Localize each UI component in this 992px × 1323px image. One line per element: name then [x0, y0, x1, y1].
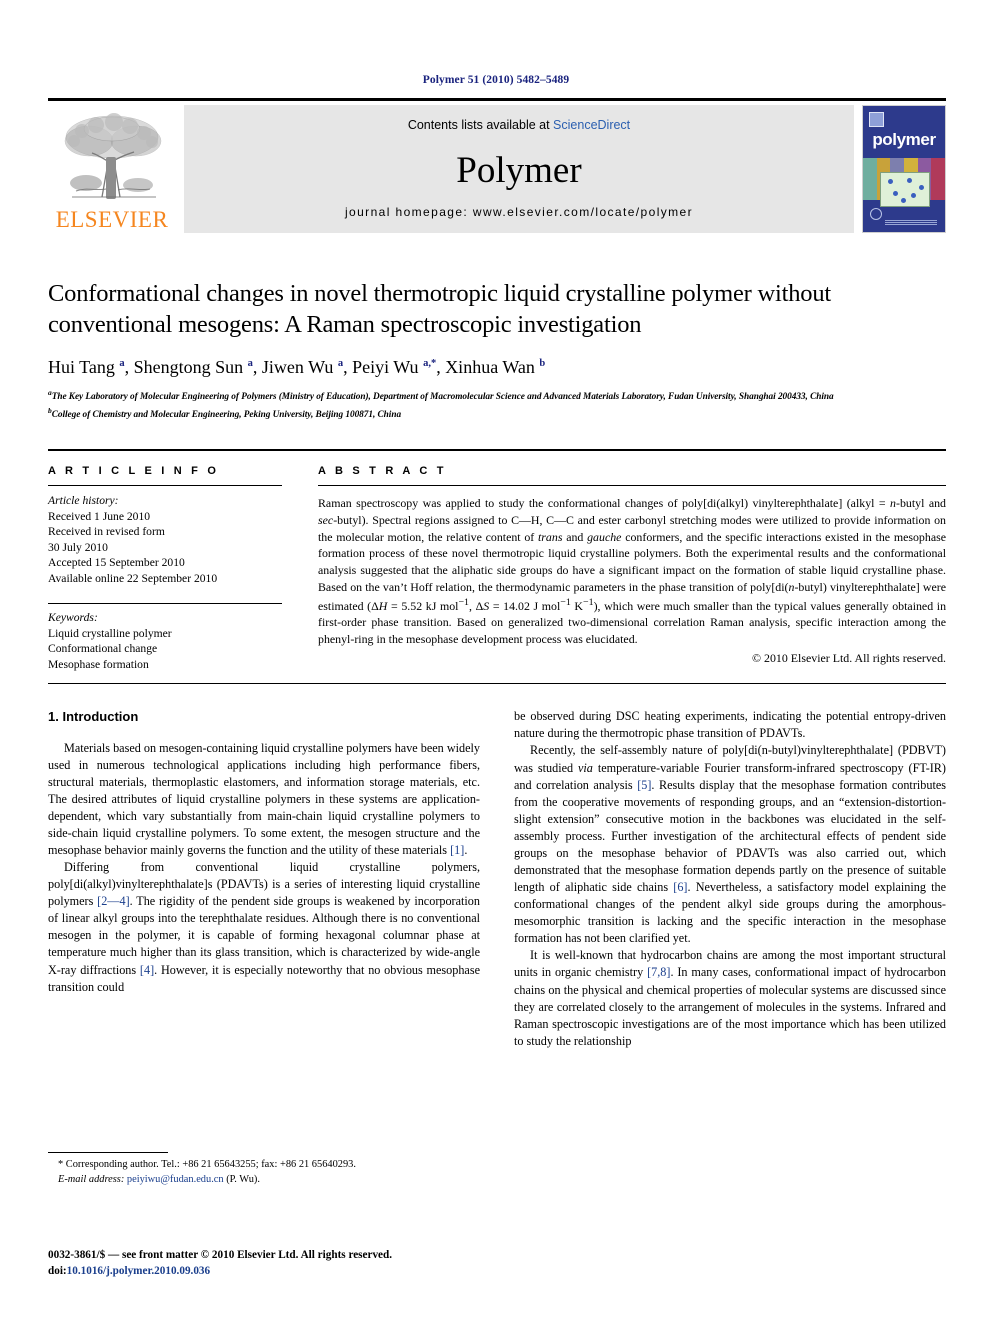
journal-title: Polymer	[456, 150, 582, 191]
abstract-text: Raman spectroscopy was applied to study …	[318, 496, 947, 647]
abstract-bottom-rule	[48, 683, 946, 685]
history-item: Received in revised form	[48, 525, 165, 539]
abstract-copyright: © 2010 Elsevier Ltd. All rights reserved…	[752, 651, 946, 665]
history-item: Available online 22 September 2010	[48, 571, 218, 585]
journal-cover-thumbnail: polymer	[862, 105, 946, 233]
article-info-rule	[48, 485, 282, 486]
history-item: 30 July 2010	[48, 540, 108, 554]
doi-link[interactable]: 10.1016/j.polymer.2010.09.036	[67, 1265, 210, 1277]
info-abstract-region: A R T I C L E I N F O Article history: R…	[48, 465, 946, 672]
keyword-item: Liquid crystalline polymer	[48, 626, 172, 640]
paragraph: It is well-known that hydrocarbon chains…	[514, 948, 946, 1048]
affiliation-b: bCollege of Chemistry and Molecular Engi…	[48, 406, 402, 421]
journal-band: Contents lists available at ScienceDirec…	[184, 105, 854, 233]
keywords-label: Keywords:	[48, 611, 98, 625]
cover-schematic	[880, 172, 930, 207]
footnote-rule	[48, 1152, 168, 1153]
journal-homepage-link[interactable]: journal homepage: www.elsevier.com/locat…	[345, 205, 693, 219]
footnote-block: * Corresponding author. Tel.: +86 21 656…	[48, 1152, 478, 1187]
keyword-item: Conformational change	[48, 642, 158, 656]
cover-artwork: polymer	[863, 106, 945, 232]
abstract-rule	[318, 485, 946, 486]
paragraph: Materials based on mesogen-containing li…	[48, 740, 480, 857]
doi-line: doi:10.1016/j.polymer.2010.09.036	[48, 1264, 508, 1280]
issn-copyright-line: 0032-3861/$ — see front matter © 2010 El…	[48, 1249, 393, 1261]
history-item: Accepted 15 September 2010	[48, 556, 185, 570]
affiliation-a: aThe Key Laboratory of Molecular Enginee…	[48, 388, 834, 403]
history-item: Received 1 June 2010	[48, 509, 151, 523]
email-link[interactable]: peiyiwu@fudan.edu.cn	[127, 1174, 224, 1185]
journal-masthead: ELSEVIER Contents lists available at Sci…	[48, 105, 946, 233]
cover-title-text: polymer	[872, 130, 936, 149]
article-history-label: Article history:	[48, 494, 119, 507]
paragraph: Differing from conventional liquid cryst…	[48, 860, 480, 994]
article-history: Article history: Received 1 June 2010 Re…	[48, 493, 282, 586]
corresponding-author-note: * Corresponding author. Tel.: +86 21 656…	[58, 1159, 356, 1170]
abstract-column: A B S T R A C T Raman spectroscopy was a…	[300, 465, 946, 672]
paragraph: Recently, the self-assembly nature of po…	[514, 743, 947, 946]
keyword-item: Mesophase formation	[48, 657, 149, 671]
affiliations: aThe Key Laboratory of Molecular Enginee…	[48, 387, 946, 423]
imprint-block: 0032-3861/$ — see front matter © 2010 El…	[48, 1248, 508, 1280]
elsevier-wordmark: ELSEVIER	[55, 207, 169, 232]
abstract-heading: A B S T R A C T	[318, 465, 447, 477]
author-list: Hui Tang a, Shengtong Sun a, Jiwen Wu a,…	[48, 356, 546, 377]
body-column-left: 1. Introduction Materials based on mesog…	[48, 708, 497, 1050]
sciencedirect-link[interactable]: ScienceDirect	[553, 118, 630, 132]
affiliation-a-text: The Key Laboratory of Molecular Engineer…	[51, 392, 834, 403]
contents-prefix: Contents lists available at	[407, 118, 554, 132]
paragraph: be observed during DSC heating experimen…	[514, 709, 946, 741]
cover-footer-text	[885, 220, 937, 225]
title-block: Conformational changes in novel thermotr…	[48, 279, 946, 423]
affiliation-b-text: College of Chemistry and Molecular Engin…	[51, 410, 402, 421]
keywords-block: Keywords: Liquid crystalline polymer Con…	[48, 610, 282, 672]
section-heading-introduction: 1. Introduction	[48, 709, 139, 725]
paper-page: Polymer 51 (2010) 5482–5489 ELSEVIER Con…	[0, 0, 992, 1323]
cover-corner-mark	[870, 208, 882, 220]
article-info-column: A R T I C L E I N F O Article history: R…	[48, 465, 300, 672]
body-column-right: be observed during DSC heating experimen…	[497, 708, 946, 1050]
masthead-top-rule	[48, 98, 946, 101]
doi-label: doi:	[48, 1264, 67, 1277]
elsevier-logo: ELSEVIER	[48, 105, 176, 233]
email-note: E-mail address: peiyiwu@fudan.edu.cn (P.…	[48, 1172, 478, 1187]
elsevier-tree-icon	[56, 111, 168, 207]
email-label: E-mail address:	[58, 1174, 125, 1186]
running-head: Polymer 51 (2010) 5482–5489	[422, 74, 570, 86]
article-info-heading: A R T I C L E I N F O	[48, 465, 220, 477]
page-title: Conformational changes in novel thermotr…	[48, 280, 831, 338]
info-top-rule	[48, 449, 946, 451]
email-suffix: (P. Wu).	[226, 1174, 260, 1186]
keywords-rule	[48, 603, 282, 605]
contents-available-line: Contents lists available at ScienceDirec…	[408, 118, 630, 132]
cover-logo-badge	[869, 112, 884, 127]
body-columns: 1. Introduction Materials based on mesog…	[48, 708, 946, 1050]
